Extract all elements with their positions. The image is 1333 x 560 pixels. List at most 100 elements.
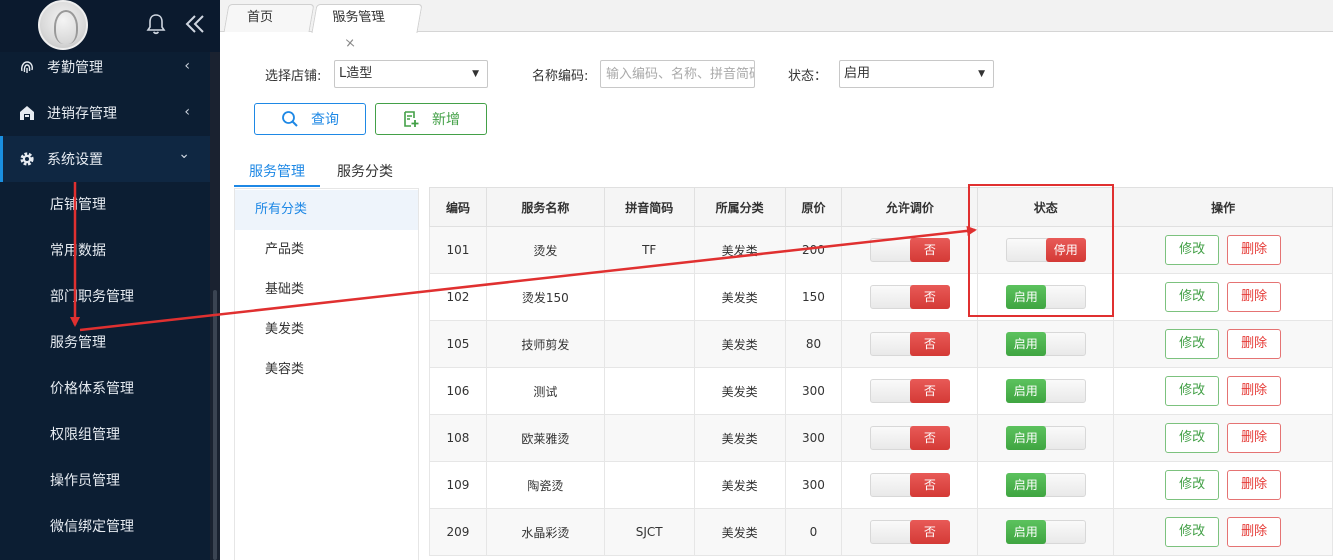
- status-toggle[interactable]: 启用: [1005, 520, 1086, 544]
- cell-status: 启用: [977, 508, 1115, 556]
- col-header-name: 服务名称: [485, 187, 605, 227]
- cell-actions: 修改 删除: [1113, 320, 1333, 368]
- close-icon[interactable]: ×: [343, 31, 358, 57]
- store-select[interactable]: L造型 ▼: [334, 60, 488, 88]
- sidebar-sub-department[interactable]: 部门职务管理: [0, 274, 210, 320]
- edit-button[interactable]: 修改: [1165, 329, 1220, 359]
- table-row: 106 测试 美发类 300 否 启用 修改 删除: [429, 367, 1333, 415]
- cell-pinyin: [603, 273, 695, 321]
- cell-adjust: 否: [841, 226, 979, 274]
- adjust-toggle[interactable]: 否: [869, 473, 950, 497]
- status-select[interactable]: 启用 ▼: [839, 60, 994, 88]
- cell-actions: 修改 删除: [1113, 273, 1333, 321]
- avatar[interactable]: [38, 0, 88, 50]
- adjust-toggle[interactable]: 否: [869, 426, 950, 450]
- sidebar-sub-wechat-binding[interactable]: 微信绑定管理: [0, 504, 210, 550]
- fingerprint-icon: [21, 61, 33, 73]
- cell-name: 测试: [485, 367, 605, 415]
- cell-actions: 修改 删除: [1113, 367, 1333, 415]
- edit-button[interactable]: 修改: [1165, 282, 1220, 312]
- table-header-row: 编码 服务名称 拼音简码 所属分类 原价 允许调价 状态 操作: [429, 187, 1333, 227]
- delete-button[interactable]: 删除: [1227, 517, 1282, 547]
- col-header-actions: 操作: [1113, 187, 1333, 227]
- cell-category: 美发类: [693, 273, 786, 321]
- delete-button[interactable]: 删除: [1227, 423, 1282, 453]
- cell-actions: 修改 删除: [1113, 508, 1333, 556]
- sidebar-sub-service[interactable]: 服务管理: [0, 320, 210, 366]
- double-chevron-left-icon[interactable]: [184, 12, 206, 36]
- sidebar-item-system-settings[interactable]: 系统设置 ⌄: [0, 136, 210, 182]
- status-toggle[interactable]: 启用: [1005, 426, 1086, 450]
- cell-code: 209: [429, 508, 487, 556]
- status-toggle[interactable]: 启用: [1005, 332, 1086, 356]
- cell-name: 陶瓷烫: [485, 461, 605, 509]
- sidebar-sub-common-data[interactable]: 常用数据: [0, 228, 210, 274]
- cell-code: 101: [429, 226, 487, 274]
- cell-pinyin: SJCT: [603, 508, 695, 556]
- edit-button[interactable]: 修改: [1165, 470, 1220, 500]
- sidebar-scroll-thumb[interactable]: [213, 290, 217, 560]
- delete-button[interactable]: 删除: [1227, 329, 1282, 359]
- cell-code: 102: [429, 273, 487, 321]
- chevron-left-icon: ‹: [184, 58, 190, 74]
- edit-button[interactable]: 修改: [1165, 423, 1220, 453]
- tab-service-management[interactable]: 服务管理×: [311, 4, 423, 51]
- category-all[interactable]: 所有分类: [235, 190, 418, 230]
- category-beauty[interactable]: 美容类: [235, 350, 418, 390]
- sidebar-sub-store[interactable]: 店铺管理: [0, 182, 210, 228]
- sidebar-item-label: 进销存管理: [47, 106, 117, 122]
- sidebar-item-label: 系统设置: [47, 152, 103, 168]
- cell-pinyin: [603, 320, 695, 368]
- delete-button[interactable]: 删除: [1227, 470, 1282, 500]
- adjust-toggle[interactable]: 否: [869, 332, 950, 356]
- sidebar-item-attendance[interactable]: 考勤管理 ‹: [0, 44, 210, 90]
- cell-actions: 修改 删除: [1113, 461, 1333, 509]
- table-row: 109 陶瓷烫 美发类 300 否 启用 修改 删除: [429, 461, 1333, 509]
- sidebar-sub-permission-group[interactable]: 权限组管理: [0, 412, 210, 458]
- cell-price: 200: [784, 226, 843, 274]
- category-list: 所有分类 产品类 基础类 美发类 美容类: [234, 188, 419, 560]
- edit-button[interactable]: 修改: [1165, 517, 1220, 547]
- edit-button[interactable]: 修改: [1165, 235, 1220, 265]
- sidebar-sub-operator[interactable]: 操作员管理: [0, 458, 210, 504]
- cell-category: 美发类: [693, 226, 786, 274]
- cell-adjust: 否: [841, 273, 979, 321]
- adjust-toggle[interactable]: 否: [869, 238, 950, 262]
- adjust-toggle[interactable]: 否: [869, 379, 950, 403]
- caret-down-icon: ▼: [472, 69, 479, 79]
- delete-button[interactable]: 删除: [1227, 376, 1282, 406]
- cell-adjust: 否: [841, 320, 979, 368]
- cell-name: 欧莱雅烫: [485, 414, 605, 462]
- tab-service-list[interactable]: 服务管理: [249, 161, 305, 181]
- cell-code: 106: [429, 367, 487, 415]
- tab-home[interactable]: 首页: [223, 4, 315, 32]
- cell-pinyin: TF: [603, 226, 695, 274]
- category-product[interactable]: 产品类: [235, 230, 418, 270]
- adjust-toggle[interactable]: 否: [869, 520, 950, 544]
- category-hair[interactable]: 美发类: [235, 310, 418, 350]
- query-button[interactable]: 查询: [254, 103, 366, 135]
- table-row: 108 欧莱雅烫 美发类 300 否 启用 修改 删除: [429, 414, 1333, 462]
- active-tab-indicator: [234, 185, 320, 187]
- cell-status: 启用: [977, 320, 1115, 368]
- chevron-down-icon: ⌄: [178, 146, 190, 162]
- search-icon: [282, 111, 298, 127]
- status-toggle[interactable]: 启用: [1005, 473, 1086, 497]
- cell-category: 美发类: [693, 508, 786, 556]
- edit-button[interactable]: 修改: [1165, 376, 1220, 406]
- adjust-toggle[interactable]: 否: [869, 285, 950, 309]
- delete-button[interactable]: 删除: [1227, 282, 1282, 312]
- table-row: 102 烫发150 美发类 150 否 启用 修改 删除: [429, 273, 1333, 321]
- status-toggle[interactable]: 启用: [1005, 379, 1086, 403]
- delete-button[interactable]: 删除: [1227, 235, 1282, 265]
- bell-icon[interactable]: [146, 13, 166, 35]
- cell-pinyin: [603, 414, 695, 462]
- sidebar-item-inventory[interactable]: 进销存管理 ‹: [0, 90, 210, 136]
- sidebar-sub-price-system[interactable]: 价格体系管理: [0, 366, 210, 412]
- tab-service-category[interactable]: 服务分类: [337, 161, 393, 181]
- cell-actions: 修改 删除: [1113, 226, 1333, 274]
- category-basic[interactable]: 基础类: [235, 270, 418, 310]
- code-search-input[interactable]: [600, 60, 755, 88]
- table-row: 105 技师剪发 美发类 80 否 启用 修改 删除: [429, 320, 1333, 368]
- add-button[interactable]: 新增: [375, 103, 487, 135]
